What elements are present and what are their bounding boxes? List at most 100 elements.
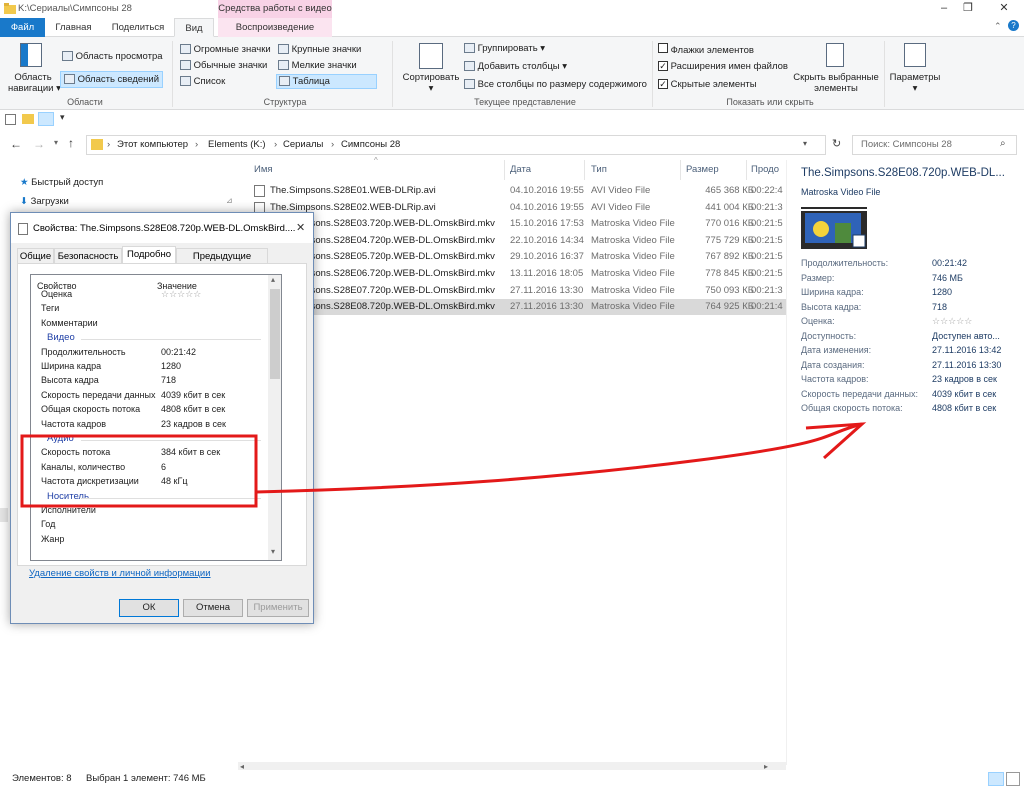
- tab-share[interactable]: Поделиться: [102, 18, 174, 37]
- dialog-tab-previous-versions[interactable]: Предыдущие версии: [176, 248, 268, 277]
- details-pane-button[interactable]: Область сведений: [60, 71, 164, 88]
- property-row[interactable]: Продолжительность 00:21:42: [31, 347, 267, 361]
- group-by-button[interactable]: Группировать ▾: [464, 43, 545, 54]
- table-row[interactable]: The.Simpsons.S28E01.WEB-DLRip.avi 04.10.2…: [248, 183, 786, 199]
- property-row[interactable]: Ширина кадра 1280: [31, 361, 267, 375]
- item-checkboxes-toggle[interactable]: Флажки элементов: [658, 43, 754, 56]
- property-row[interactable]: Скорость передачи данных 4039 кбит в сек: [31, 390, 267, 404]
- fit-columns-button[interactable]: Все столбцы по размеру содержимого: [464, 79, 647, 90]
- tab-playback[interactable]: Воспроизведение: [218, 18, 332, 37]
- hidden-items-toggle[interactable]: ✓ Скрытые элементы: [658, 79, 757, 90]
- layout-list[interactable]: Список: [180, 76, 225, 87]
- tab-file[interactable]: Файл: [0, 18, 45, 37]
- nav-item-downloads[interactable]: ⬇ Загрузки: [20, 196, 69, 207]
- table-row[interactable]: The.Simpsons.S28E08.720p.WEB-DL.OmskBird…: [248, 299, 786, 316]
- scroll-down-icon[interactable]: ▾: [271, 547, 275, 556]
- cancel-button[interactable]: Отмена: [183, 599, 243, 617]
- table-row[interactable]: The.Simpsons.S28E04.720p.WEB-DL.OmskBird…: [248, 233, 786, 249]
- property-row[interactable]: Жанр: [31, 534, 267, 548]
- nav-pane-button[interactable]: Область навигации ▾: [8, 72, 61, 94]
- sort-button[interactable]: Сортировать ▾: [400, 72, 462, 94]
- file-date: 13.11.2016 18:05: [510, 268, 584, 279]
- layout-huge-icons[interactable]: Огромные значки: [180, 44, 271, 55]
- tab-view[interactable]: Вид: [174, 18, 214, 37]
- new-folder-icon[interactable]: [22, 114, 34, 124]
- checkbox-checked[interactable]: ✓: [658, 79, 668, 89]
- column-header-duration[interactable]: Продо: [751, 164, 779, 175]
- nav-item-quick-access[interactable]: ★ Быстрый доступ: [20, 177, 103, 188]
- close-button[interactable]: ✕: [984, 0, 1024, 18]
- property-section[interactable]: Аудио: [31, 433, 267, 447]
- column-separator[interactable]: [680, 160, 681, 180]
- back-icon[interactable]: ←: [10, 137, 22, 151]
- refresh-icon[interactable]: ↻: [832, 137, 841, 150]
- checkbox[interactable]: [658, 43, 668, 53]
- column-separator[interactable]: [504, 160, 505, 180]
- checkbox-checked[interactable]: ✓: [658, 61, 668, 71]
- crumb-current[interactable]: Симпсоны 28: [341, 139, 400, 150]
- hide-selected-button[interactable]: Скрыть выбранные элементы: [790, 72, 882, 94]
- large-icons-view-toggle-icon[interactable]: [1006, 772, 1020, 786]
- table-row[interactable]: The.Simpsons.S28E03.720p.WEB-DL.OmskBird…: [248, 216, 786, 232]
- pin-icon[interactable]: ⊿: [226, 196, 233, 205]
- details-view-icon[interactable]: [38, 112, 54, 126]
- maximize-button[interactable]: ❐: [948, 0, 988, 18]
- tab-home[interactable]: Главная: [45, 18, 102, 37]
- customize-qat-icon[interactable]: ▾: [60, 112, 65, 123]
- column-separator[interactable]: [584, 160, 585, 180]
- property-row[interactable]: Частота кадров 23 кадров в сек: [31, 419, 267, 433]
- property-section[interactable]: Носитель: [31, 491, 267, 505]
- dialog-close-icon[interactable]: ✕: [296, 221, 305, 234]
- table-row[interactable]: The.Simpsons.S28E05.720p.WEB-DL.OmskBird…: [248, 249, 786, 265]
- property-row[interactable]: Каналы, количество 6: [31, 462, 267, 476]
- property-row[interactable]: Комментарии: [31, 318, 267, 332]
- column-header-type[interactable]: Тип: [591, 164, 607, 175]
- options-button[interactable]: Параметры ▾: [886, 72, 944, 94]
- column-separator[interactable]: [746, 160, 747, 180]
- remove-properties-link[interactable]: Удаление свойств и личной информации: [29, 568, 211, 579]
- column-header-date[interactable]: Дата: [510, 164, 531, 175]
- property-row[interactable]: Высота кадра 718: [31, 375, 267, 389]
- preview-pane-button[interactable]: Область просмотра: [62, 51, 163, 62]
- properties-icon[interactable]: [5, 114, 16, 125]
- column-header-size[interactable]: Размер: [686, 164, 719, 175]
- chevron-up-icon[interactable]: ⌃: [994, 21, 1002, 32]
- table-row[interactable]: The.Simpsons.S28E06.720p.WEB-DL.OmskBird…: [248, 266, 786, 282]
- property-row[interactable]: Год: [31, 519, 267, 533]
- property-row[interactable]: Оценка ☆☆☆☆☆: [31, 289, 267, 303]
- crumb-series[interactable]: Сериалы: [283, 139, 323, 150]
- crumb-drive[interactable]: Elements (K:): [208, 139, 266, 150]
- layout-normal-icons[interactable]: Обычные значки: [180, 60, 267, 71]
- property-section[interactable]: Видео: [31, 332, 267, 346]
- layout-small-icons[interactable]: Мелкие значки: [278, 60, 357, 71]
- dialog-tab-security[interactable]: Безопасность: [54, 248, 122, 264]
- column-header-name[interactable]: Имя: [254, 164, 273, 175]
- dialog-tab-details[interactable]: Подробно: [122, 246, 176, 264]
- ok-button[interactable]: ОК: [119, 599, 179, 617]
- property-list-scrollbar[interactable]: ▴ ▾: [268, 275, 281, 560]
- property-row[interactable]: Частота дискретизации 48 кГц: [31, 476, 267, 490]
- table-row[interactable]: The.Simpsons.S28E02.WEB-DLRip.avi 04.10.2…: [248, 200, 786, 216]
- property-row[interactable]: Теги: [31, 303, 267, 317]
- property-row[interactable]: Скорость потока 384 кбит в сек: [31, 447, 267, 461]
- address-dropdown-icon[interactable]: ▾: [803, 139, 807, 148]
- recent-locations-icon[interactable]: ▾: [54, 138, 58, 147]
- table-row[interactable]: The.Simpsons.S28E07.720p.WEB-DL.OmskBird…: [248, 283, 786, 299]
- layout-table[interactable]: Таблица: [276, 74, 377, 89]
- help-icon[interactable]: ?: [1008, 20, 1019, 31]
- layout-large-icons[interactable]: Крупные значки: [278, 44, 361, 55]
- dialog-tab-general[interactable]: Общие: [17, 248, 54, 264]
- up-icon[interactable]: ↑: [68, 136, 74, 150]
- property-row[interactable]: Исполнители: [31, 505, 267, 519]
- forward-icon[interactable]: →: [33, 137, 45, 151]
- scroll-thumb[interactable]: [270, 289, 280, 379]
- apply-button[interactable]: Применить: [247, 599, 309, 617]
- crumb-this-pc[interactable]: Этот компьютер: [117, 139, 188, 150]
- add-columns-button[interactable]: Добавить столбцы ▾: [464, 61, 567, 72]
- details-view-toggle-icon[interactable]: [988, 772, 1004, 786]
- extensions-toggle[interactable]: ✓ Расширения имен файлов: [658, 61, 788, 72]
- search-input[interactable]: Поиск: Симпсоны 28: [852, 135, 1017, 155]
- address-bar[interactable]: › Этот компьютер › Elements (K:) › Сериа…: [86, 135, 826, 155]
- property-row[interactable]: Общая скорость потока 4808 кбит в сек: [31, 404, 267, 418]
- scroll-up-icon[interactable]: ▴: [271, 275, 275, 284]
